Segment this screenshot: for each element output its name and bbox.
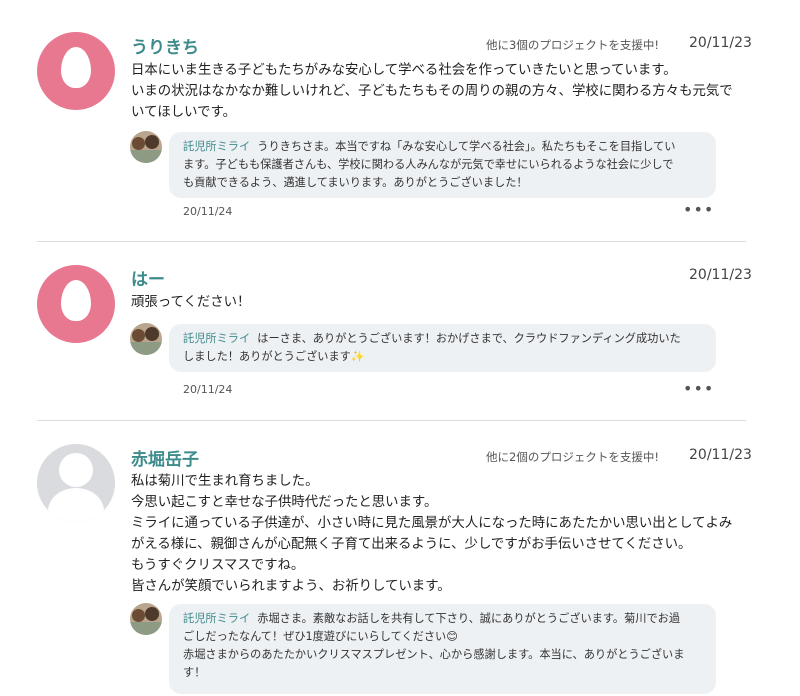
reply-text: ごしだったなんて！ぜひ1度遊びにいらしてください😊	[183, 630, 458, 643]
reply-text: 赤堀さまからのあたたかいクリスマスプレゼント、心から感謝します。本当に、ありがと…	[183, 648, 685, 661]
comment-text: 頑張ってください！	[131, 295, 251, 310]
comment-date: 20/11/23	[689, 267, 752, 283]
reply-text: も貢献できるよう、邁進してまいります。ありがとうございました！	[183, 176, 528, 189]
owner-avatar[interactable]	[130, 603, 162, 635]
ellipsis-icon[interactable]: •••	[683, 200, 714, 219]
divider	[37, 241, 746, 242]
divider	[37, 420, 746, 421]
reply-text: 赤堀さま。素敵なお話しを共有して下さり、誠にありがとうございます。菊川でお過	[257, 612, 681, 625]
commenter-name[interactable]: うりきち	[131, 33, 199, 58]
comment-date: 20/11/23	[689, 35, 752, 51]
backed-projects-link[interactable]: 他に3個のプロジェクトを支援中!	[486, 37, 659, 53]
reply-bubble: 託児所ミライ はーさま、ありがとうございます！おかげさまで、クラウドファンディン…	[169, 324, 716, 372]
reply-bubble: 託児所ミライ うりきちさま。本当ですね「みな安心して学べる社会」。私たちもそこを…	[169, 132, 716, 198]
reply-author[interactable]: 託児所ミライ	[183, 612, 250, 625]
reply-text: ます。子どもも保護者さんも、学校に関わる人みんなが元気で幸せにいられるような社会…	[183, 158, 674, 171]
reply-text: はーさま、ありがとうございます！おかげさまで、クラウドファンディング成功いた	[257, 332, 681, 345]
reply-date: 20/11/24	[183, 205, 233, 218]
owner-avatar[interactable]	[130, 323, 162, 355]
avatar[interactable]	[37, 265, 115, 343]
backed-projects-link[interactable]: 他に2個のプロジェクトを支援中!	[486, 449, 659, 465]
owner-avatar[interactable]	[130, 131, 162, 163]
commenter-name[interactable]: 赤堀岳子	[131, 445, 199, 470]
avatar[interactable]	[37, 444, 115, 522]
default-user-icon	[61, 280, 91, 321]
commenter-name[interactable]: はー	[131, 265, 165, 290]
reply-text: うりきちさま。本当ですね「みな安心して学べる社会」。私たちもそこを目指してい	[257, 140, 676, 153]
reply-text: しました！ありがとうございます✨	[183, 350, 365, 363]
ellipsis-icon[interactable]: •••	[683, 379, 714, 398]
reply-author[interactable]: 託児所ミライ	[183, 332, 250, 345]
comment-text: 日本にいま生きる子どもたちがみな安心して学べる社会を作っていきたいと思っています…	[131, 63, 733, 120]
reply-text: す！	[183, 666, 206, 679]
default-user-icon	[61, 47, 91, 88]
reply-date: 20/11/24	[183, 383, 233, 396]
user-silhouette-icon	[59, 453, 93, 487]
comment-text: 私は菊川で生まれ育ちました。 今思い起こすと幸せな子供時代だったと思います。 ミ…	[131, 474, 733, 594]
comment-date: 20/11/23	[689, 447, 752, 463]
avatar[interactable]	[37, 32, 115, 110]
reply-author[interactable]: 託児所ミライ	[183, 140, 250, 153]
reply-bubble: 託児所ミライ 赤堀さま。素敵なお話しを共有して下さり、誠にありがとうございます。…	[169, 604, 716, 694]
